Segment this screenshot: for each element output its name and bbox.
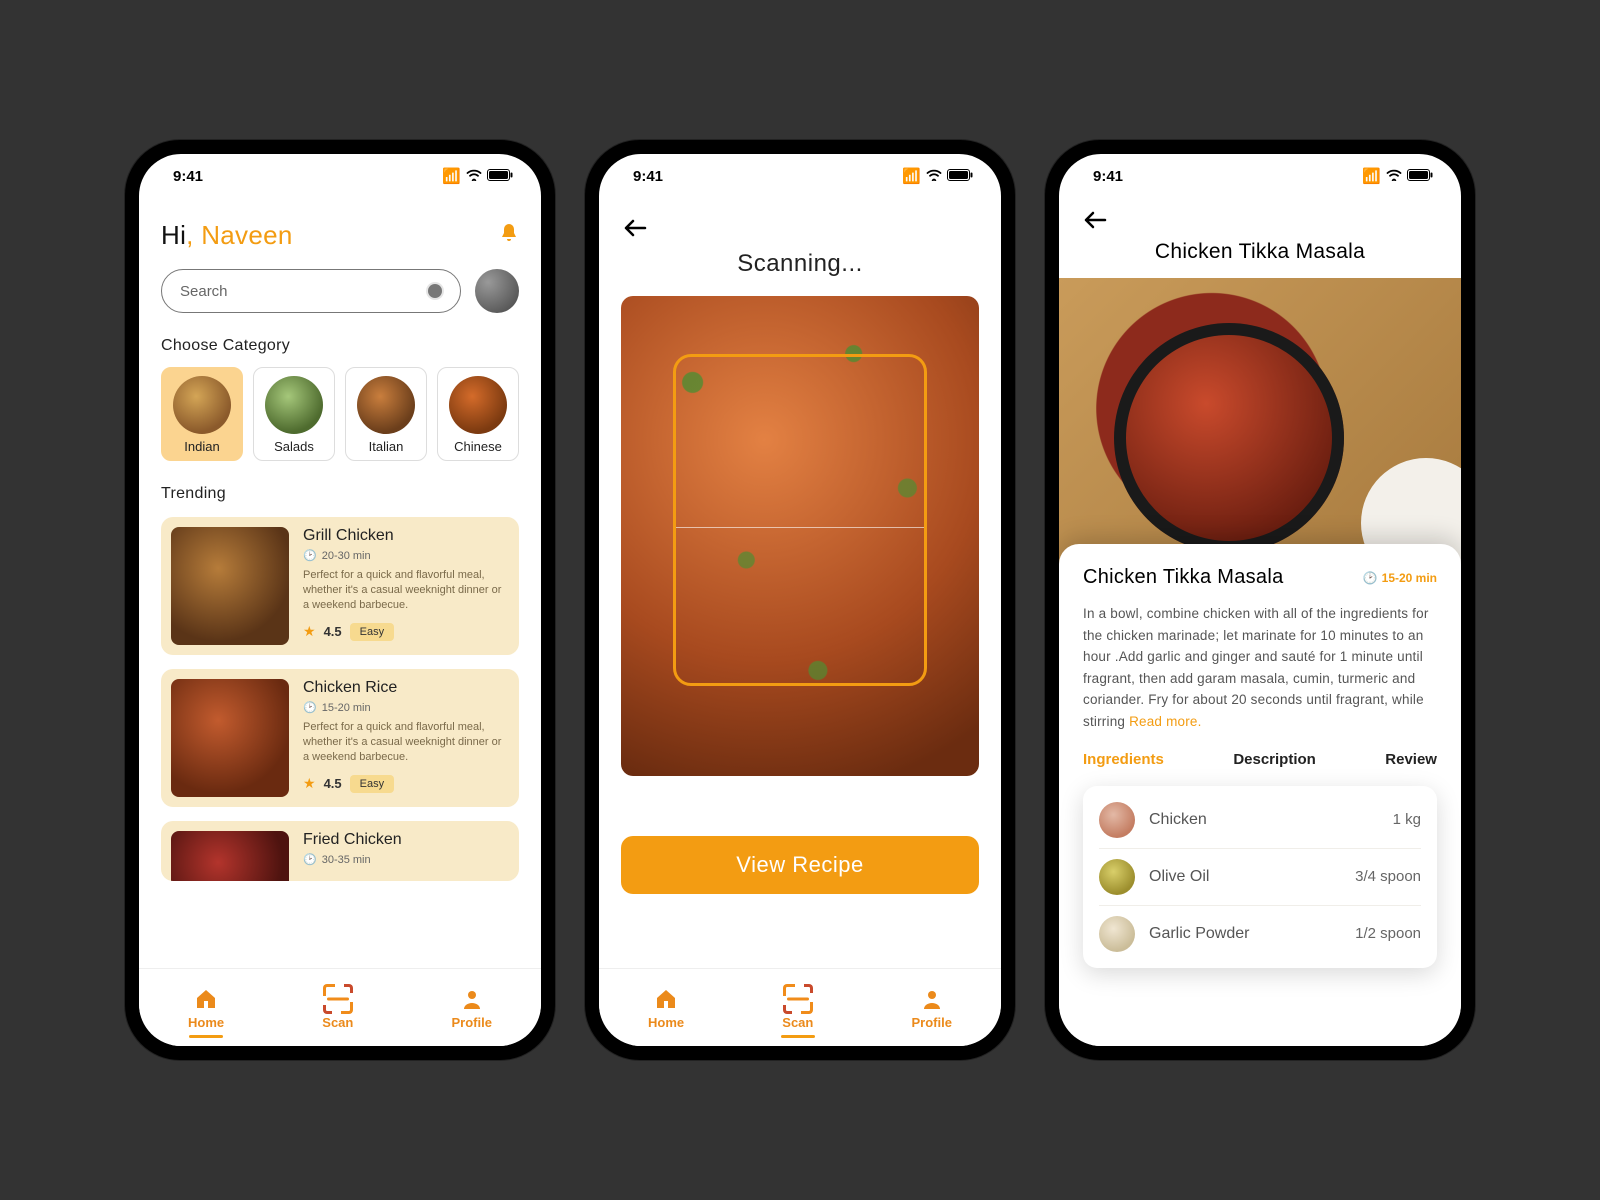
battery-icon [947,168,973,185]
read-more-link[interactable]: Read more. [1129,714,1202,729]
scan-icon [323,986,353,1012]
status-icons: 📶 [902,167,973,185]
back-button[interactable] [623,216,979,244]
cook-time: 🕑15-20 min [1363,571,1437,585]
ingredient-row: Garlic Powder 1/2 spoon [1099,906,1421,962]
status-icons: 📶 [1362,167,1433,185]
trending-label: Trending [161,485,519,503]
greeting: Hi, Naveen [161,220,293,251]
category-chinese[interactable]: Chinese [437,367,519,461]
wifi-icon [926,168,942,185]
recipe-desc: Perfect for a quick and flavorful meal, … [303,568,509,613]
home-icon [194,986,218,1012]
ingredient-image [1099,916,1135,952]
ingredient-row: Olive Oil 3/4 spoon [1099,849,1421,906]
star-icon: ★ [303,775,316,792]
recipe-desc: Perfect for a quick and flavorful meal, … [303,720,509,765]
signal-icon: 📶 [902,167,921,185]
detail-sheet: Chicken Tikka Masala 🕑15-20 min In a bow… [1059,544,1461,1046]
tab-ingredients[interactable]: Ingredients [1083,751,1164,768]
status-time: 9:41 [1093,168,1123,185]
status-time: 9:41 [173,168,203,185]
hero-image [1059,278,1461,568]
page-title: Chicken Tikka Masala [1081,240,1439,264]
avatar[interactable] [475,269,519,313]
signal-icon: 📶 [442,167,461,185]
recipe-description: In a bowl, combine chicken with all of t… [1083,603,1437,733]
profile-icon [460,986,484,1012]
category-salads[interactable]: Salads [253,367,335,461]
scan-frame [673,354,927,686]
search-input[interactable]: Search [161,269,461,313]
search-icon [428,284,442,298]
recipe-title: Fried Chicken [303,831,509,849]
nav-scan[interactable]: Scan [782,986,813,1030]
trending-card[interactable]: Fried Chicken 🕑30-35 min [161,821,519,881]
ingredient-image [1099,859,1135,895]
tab-description[interactable]: Description [1233,751,1316,768]
trending-card[interactable]: Grill Chicken 🕑20-30 min Perfect for a q… [161,517,519,655]
nav-profile[interactable]: Profile [451,986,491,1030]
notifications-icon[interactable] [499,222,519,250]
difficulty-badge: Easy [350,623,394,641]
category-indian[interactable]: Indian [161,367,243,461]
nav-home[interactable]: Home [648,986,684,1030]
bottom-nav: Home Scan Profile [599,968,1001,1046]
status-time: 9:41 [633,168,663,185]
tab-review[interactable]: Review [1385,751,1437,768]
nav-scan[interactable]: Scan [322,986,353,1030]
view-recipe-button[interactable]: View Recipe [621,836,979,894]
clock-icon: 🕑 [303,853,317,866]
ingredient-image [1099,802,1135,838]
category-italian[interactable]: Italian [345,367,427,461]
back-button[interactable] [1083,208,1439,236]
category-image [357,376,415,434]
clock-icon: 🕑 [303,549,317,562]
category-image [173,376,231,434]
wifi-icon [466,168,482,185]
trending-card[interactable]: Chicken Rice 🕑15-20 min Perfect for a qu… [161,669,519,807]
clock-icon: 🕑 [303,701,317,714]
home-icon [654,986,678,1012]
scan-icon [783,986,813,1012]
ingredients-card: Chicken 1 kg Olive Oil 3/4 spoon Garlic … [1083,786,1437,968]
clock-icon: 🕑 [1363,571,1378,585]
scan-line [676,527,924,528]
status-icons: 📶 [442,167,513,185]
recipe-image [171,679,289,797]
recipe-image [171,527,289,645]
search-placeholder: Search [180,283,228,300]
phone-frame-detail: 9:41 📶 Chicken Tikka Masala Chicken Tikk… [1045,140,1475,1060]
signal-icon: 📶 [1362,167,1381,185]
status-bar: 9:41 📶 [1059,154,1461,198]
nav-profile[interactable]: Profile [911,986,951,1030]
recipe-title: Chicken Rice [303,679,509,697]
profile-icon [920,986,944,1012]
scanning-label: Scanning... [621,250,979,278]
recipe-image [171,831,289,881]
recipe-title: Chicken Tikka Masala [1083,566,1284,589]
category-image [449,376,507,434]
battery-icon [487,168,513,185]
category-image [265,376,323,434]
battery-icon [1407,168,1433,185]
ingredient-row: Chicken 1 kg [1099,792,1421,849]
bottom-nav: Home Scan Profile [139,968,541,1046]
phone-frame-scan: 9:41 📶 Scanning... View Recipe Home [585,140,1015,1060]
choose-category-label: Choose Category [161,337,519,355]
status-bar: 9:41 📶 [139,154,541,198]
recipe-title: Grill Chicken [303,527,509,545]
scan-preview [621,296,979,776]
phone-frame-home: 9:41 📶 Hi, Naveen Search [125,140,555,1060]
wifi-icon [1386,168,1402,185]
nav-home[interactable]: Home [188,986,224,1030]
star-icon: ★ [303,623,316,640]
difficulty-badge: Easy [350,775,394,793]
status-bar: 9:41 📶 [599,154,1001,198]
